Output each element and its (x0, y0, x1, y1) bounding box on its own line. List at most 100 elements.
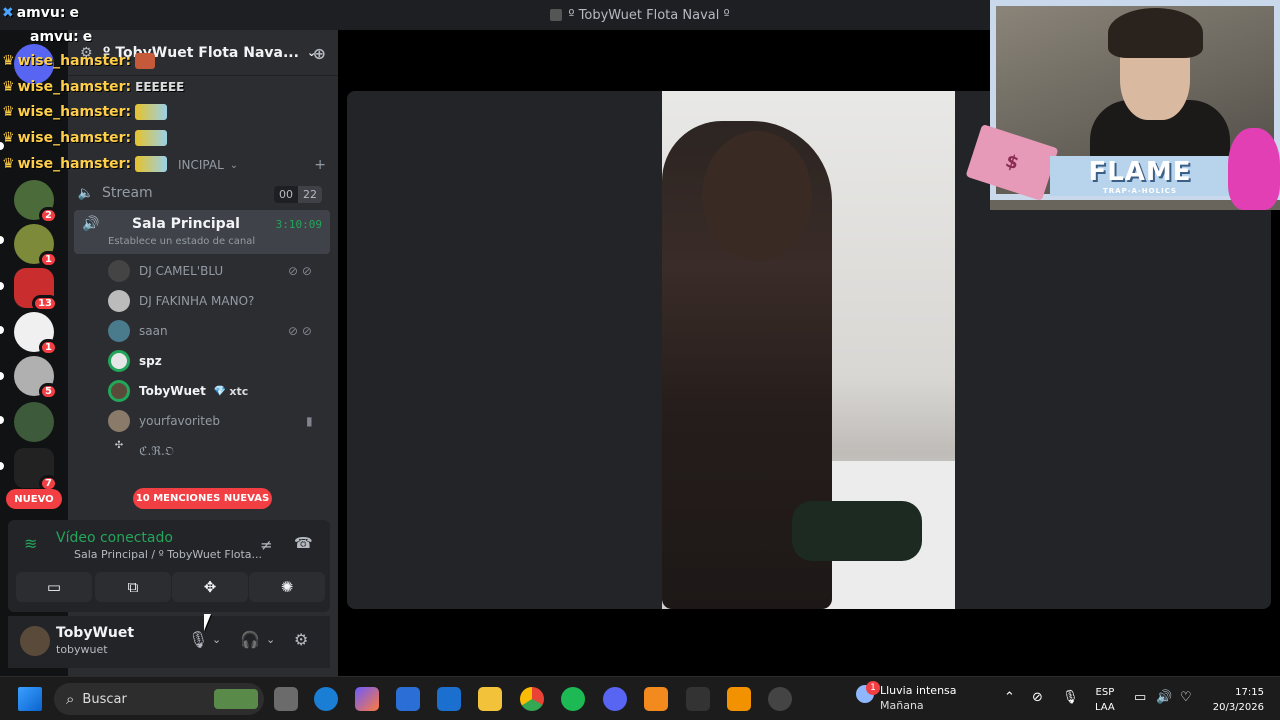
unread-pill (0, 326, 4, 334)
discord-taskbar-icon[interactable] (603, 687, 627, 711)
user-limit: 00 22 (274, 186, 322, 203)
network-off-icon[interactable]: ⊘ (1032, 690, 1043, 705)
obs-icon[interactable] (768, 687, 792, 711)
voice-user[interactable]: DJ CAMEL'BLU (108, 258, 223, 284)
channel-sala-principal[interactable]: 🔊 Sala Principal 3:10:09 Establece un es… (74, 210, 330, 254)
microphone-icon[interactable]: 🎙 (188, 630, 208, 649)
battery-icon[interactable]: ♡ (1180, 690, 1192, 705)
unread-pill (0, 372, 4, 380)
unread-pill (0, 282, 4, 290)
copilot-icon[interactable] (355, 687, 379, 711)
new-mentions-button[interactable]: 10 MENCIONES NUEVAS (133, 488, 272, 509)
voice-user[interactable]: yourfavoriteb (108, 408, 220, 434)
channel-name: Sala Principal (132, 216, 240, 232)
screen: { "window": {"title": "º TobyWuet Flota … (0, 0, 1280, 720)
streamer-hair (1108, 8, 1203, 58)
invite-icon[interactable]: ⊕ (313, 44, 326, 63)
chevron-down-icon[interactable]: ⌄ (212, 633, 221, 646)
screen-share-icon: ⧉ (127, 578, 139, 596)
user-name: DJ CAMEL'BLU (139, 264, 224, 278)
channel-status[interactable]: Establece un estado de canal (108, 236, 255, 247)
signal-icon[interactable]: ≋ (24, 534, 37, 553)
edge-icon[interactable] (314, 687, 338, 711)
avatar (108, 260, 130, 282)
buddha-sticker (1228, 128, 1280, 210)
gear-icon[interactable]: ⚙ (294, 630, 308, 649)
epic-games-icon[interactable] (686, 687, 710, 711)
disconnect-icon[interactable]: ☎ (294, 534, 313, 552)
new-indicator[interactable]: NUEVO (6, 489, 62, 509)
search-box[interactable]: ⌕ Buscar (54, 683, 264, 715)
keyboard-layout: LAA (1095, 702, 1115, 713)
category-name: INCIPAL (178, 158, 224, 172)
avatar[interactable] (20, 626, 50, 656)
volume-icon[interactable]: 🔊 (1156, 690, 1172, 705)
file-explorer-icon[interactable] (478, 687, 502, 711)
account-handle: tobywuet (56, 643, 108, 656)
outlook-icon[interactable] (437, 687, 461, 711)
voice-user[interactable]: DJ FAKINHA MANO? (108, 288, 254, 314)
server-icon[interactable] (14, 402, 54, 442)
vlc-icon[interactable] (727, 687, 751, 711)
server-icon[interactable]: 13 (14, 268, 58, 312)
voice-user[interactable]: ✣ ℭ.ℜ.𝔒 (108, 438, 174, 464)
user-limit-count: 22 (298, 186, 322, 203)
person-head (702, 131, 812, 261)
camera-toggle-button[interactable]: ▭ (16, 572, 92, 602)
server-icon (550, 9, 563, 21)
spotify-icon[interactable] (561, 687, 585, 711)
microphone-icon[interactable]: 🎙 (1062, 690, 1079, 705)
unread-pill (0, 416, 4, 424)
voice-user[interactable]: saan (108, 318, 168, 344)
weather-widget[interactable]: 1 Lluvia intensa Mañana (856, 681, 957, 713)
display-icon[interactable]: ▭ (1134, 690, 1146, 705)
mouse-cursor (204, 614, 218, 631)
chevron-up-icon[interactable]: ⌃ (1004, 690, 1015, 705)
screen-share-button[interactable]: ⧉ (95, 572, 171, 602)
voice-channel-link[interactable]: Sala Principal / º TobyWuet Flota... (74, 548, 262, 561)
server-icon[interactable]: 5 (14, 356, 58, 400)
discord-home-icon[interactable] (14, 44, 54, 84)
language-code: ESP (1095, 687, 1115, 698)
user-name: DJ FAKINHA MANO? (139, 294, 255, 308)
add-channel-icon[interactable]: + (314, 157, 326, 173)
mention-badge: 2 (39, 207, 58, 224)
start-icon[interactable] (18, 687, 42, 711)
call-timer: 3:10:09 (275, 218, 322, 231)
mention-badge: 5 (39, 383, 58, 400)
server-header[interactable]: ⚙ º TobyWuet Flota Nava... ⌄ ⊕ (68, 30, 338, 76)
user-name: spz (139, 354, 162, 368)
soundboard-button[interactable]: ✺ (249, 572, 325, 602)
chrome-icon[interactable] (520, 687, 544, 711)
headphones-icon[interactable]: 🎧 (240, 630, 260, 649)
activities-button[interactable]: ✥ (172, 572, 248, 602)
voice-user[interactable]: TobyWuet 💎 xtc (108, 378, 248, 404)
server-icon[interactable]: 7 (14, 448, 58, 492)
shared-video[interactable] (662, 91, 955, 609)
server-icon[interactable]: 1 (14, 312, 58, 356)
mention-badge: 1 (39, 339, 58, 356)
store-icon[interactable] (396, 687, 420, 711)
camera-off-icon: ▭ (46, 578, 62, 596)
server-icon[interactable]: 1 (14, 224, 58, 268)
mention-badge: 13 (32, 295, 58, 312)
server-icon[interactable]: 2 (14, 180, 58, 224)
window-title: º TobyWuet Flota Naval º (568, 7, 730, 23)
search-placeholder: Buscar (82, 691, 127, 707)
gem-icon: 💎 (213, 385, 227, 397)
task-view-icon[interactable] (274, 687, 298, 711)
unread-pill (0, 462, 4, 470)
system-clock[interactable]: 17:15 20/3/2026 (1206, 685, 1264, 715)
chevron-down-icon[interactable]: ⌄ (266, 633, 275, 646)
language-indicator[interactable]: ESP LAA (1095, 685, 1115, 715)
flame-logo: FLAME TRAP-A-HOLICS (1050, 156, 1230, 196)
chevron-down-icon: ⌄ (229, 159, 239, 171)
noise-suppression-icon[interactable]: ≠ (260, 536, 273, 554)
user-name: yourfavoriteb (139, 414, 220, 428)
category-header[interactable]: INCIPAL ⌄ + (76, 150, 330, 180)
user-tag: xtc (229, 384, 249, 398)
user-count: 00 (274, 186, 298, 203)
voice-user[interactable]: spz (108, 348, 162, 374)
user-name: saan (139, 324, 168, 338)
soundcloud-icon[interactable] (644, 687, 668, 711)
